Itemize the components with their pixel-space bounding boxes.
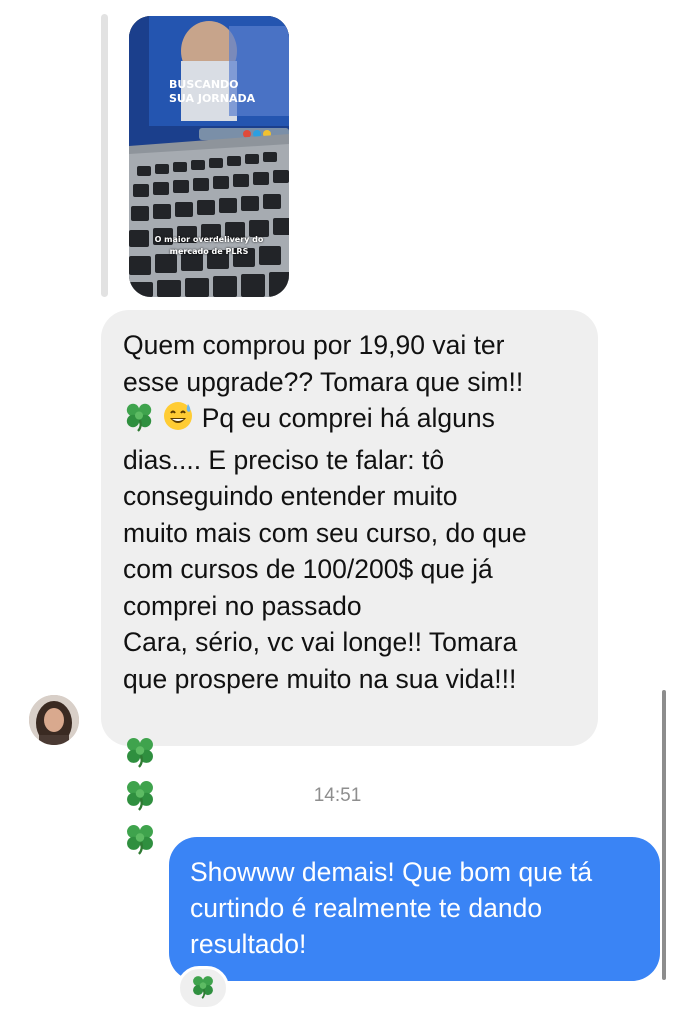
message-line: muito mais com seu curso, do que: [123, 517, 527, 548]
incoming-message-bubble[interactable]: Quem comprou por 19,90 vai ter esse upgr…: [101, 310, 598, 855]
four-leaf-clover-icon: [190, 973, 216, 1004]
message-line: com cursos de 100/200$ que já: [123, 554, 493, 584]
story-caption-line-2: mercado de PLRS: [169, 247, 249, 256]
message-line: Pq eu comprei há alguns: [123, 400, 578, 442]
screen-text-1: BUSCANDO: [169, 78, 239, 91]
message-line: dias.... E preciso te falar: tô: [123, 444, 445, 475]
outgoing-message-bubble[interactable]: Showww demais! Que bom que tá curtindo é…: [169, 837, 660, 981]
four-leaf-clover-icon: [123, 400, 155, 442]
message-line: conseguindo entender muito: [123, 481, 458, 511]
four-leaf-clover-icon: [123, 821, 157, 865]
message-line: Quem comprou por 19,90 vai ter: [123, 330, 505, 360]
avatar-image: [29, 695, 79, 745]
message-line: comprei no passado: [123, 590, 362, 621]
story-caption-line-1: O maior overdelivery do: [154, 235, 264, 244]
four-leaf-clover-icon: [123, 734, 157, 778]
story-caption: O maior overdelivery do mercado de PLRS: [129, 234, 289, 258]
message-line-text: Pq eu comprei há alguns: [194, 403, 495, 433]
message-line: esse upgrade?? Tomara que sim!!: [123, 366, 524, 397]
message-line: Showww demais! Que bom que tá: [190, 857, 593, 887]
grinning-sweat-face-icon: [162, 400, 194, 442]
message-line: que prospere muito na sua vida!!!: [123, 663, 517, 694]
message-line: resultado!: [190, 929, 307, 959]
screen-text-2: SUA JORNADA: [169, 92, 256, 105]
message-reaction[interactable]: [177, 966, 229, 1010]
story-thumbnail[interactable]: BUSCANDO SUA JORNADA O maior overdeliver…: [129, 16, 289, 297]
message-timestamp: 14:51: [313, 785, 362, 806]
message-line: Cara, sério, vc vai longe!! Tomara: [123, 627, 518, 657]
avatar[interactable]: [29, 695, 79, 745]
story-reply-indicator: [101, 14, 108, 297]
scrollbar[interactable]: [662, 690, 666, 980]
dm-conversation: BUSCANDO SUA JORNADA O maior overdeliver…: [0, 0, 675, 1024]
message-line: curtindo é realmente te dando: [190, 893, 543, 923]
